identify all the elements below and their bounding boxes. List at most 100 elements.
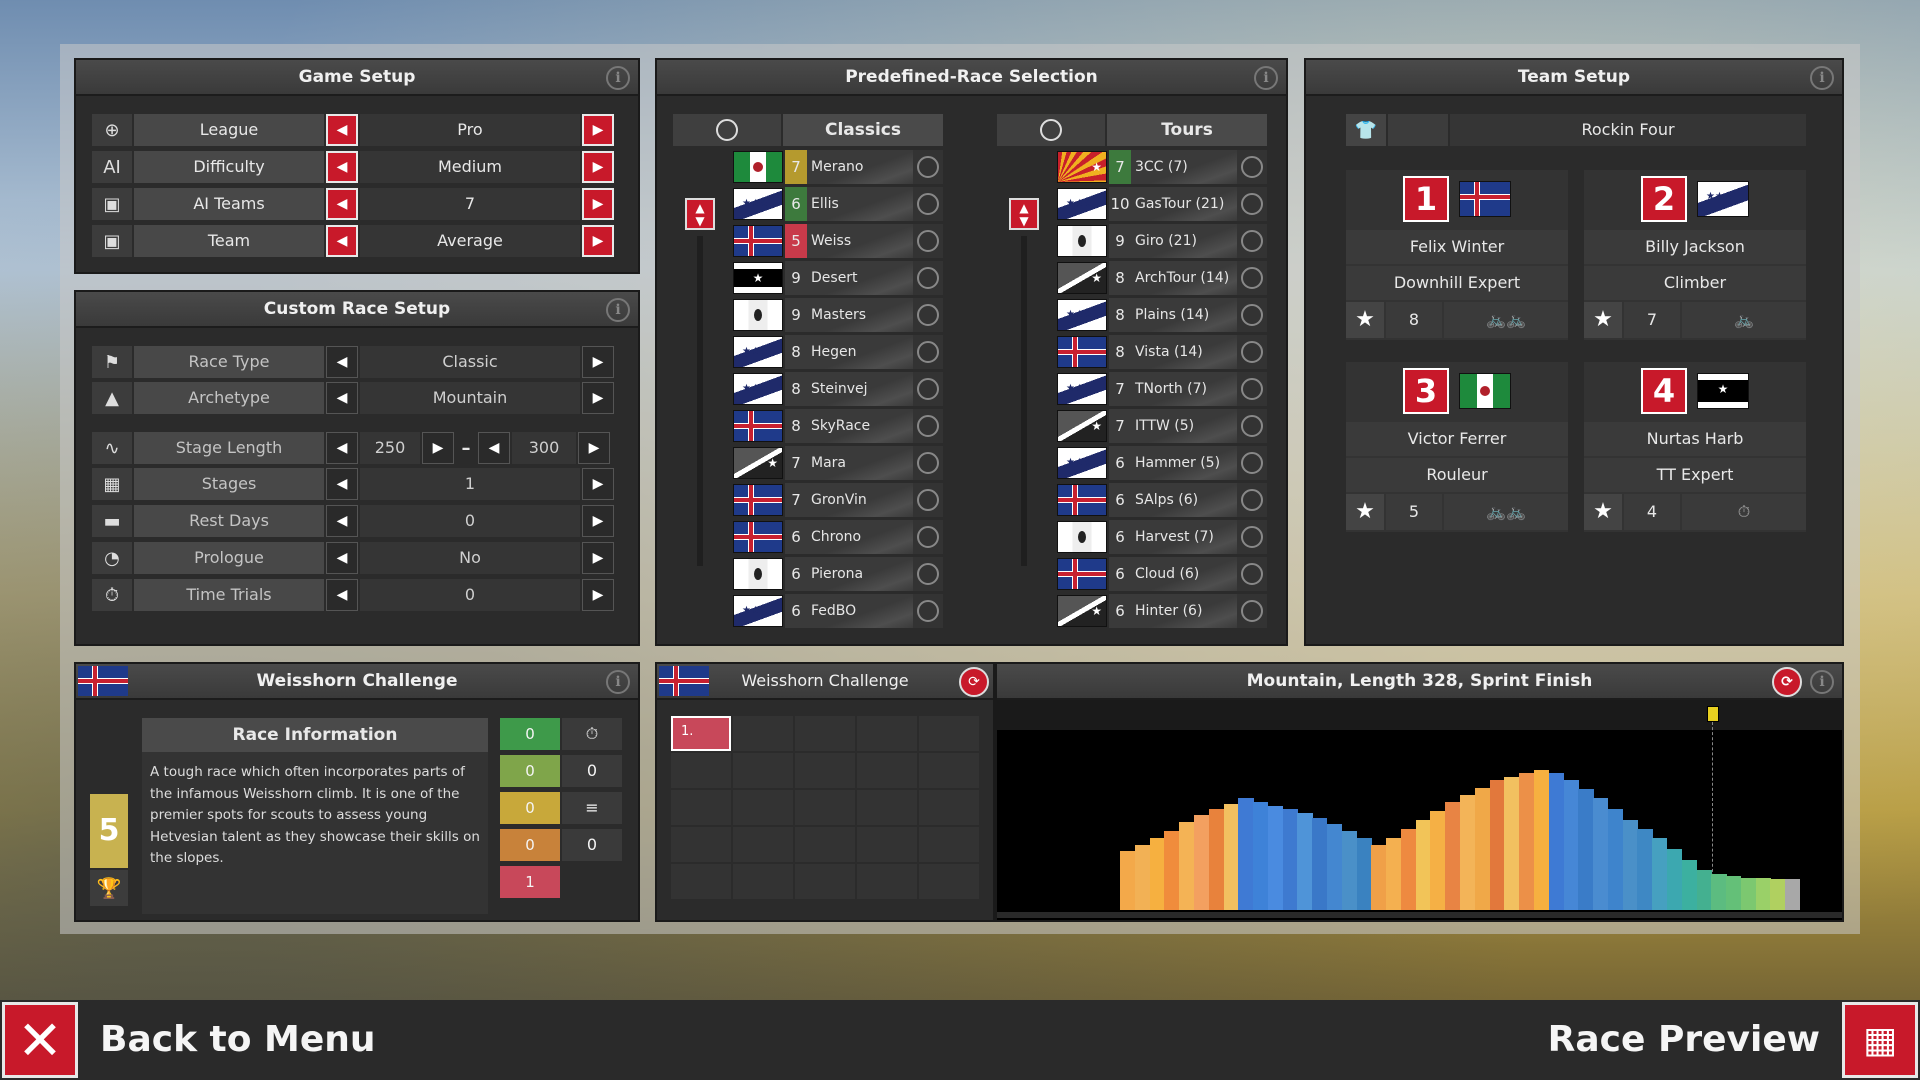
race-list-item[interactable]: 6 Harvest (7) bbox=[1057, 520, 1267, 554]
prologue-next-button[interactable]: ▶ bbox=[582, 542, 614, 574]
back-button[interactable]: ✕ bbox=[2, 1002, 78, 1078]
stage-cell-empty[interactable] bbox=[795, 864, 855, 899]
race-list-item[interactable]: 7 Merano bbox=[733, 150, 943, 184]
race-list-item[interactable]: 6 SAlps (6) bbox=[1057, 483, 1267, 517]
race-list-item[interactable]: ★ 7 3CC (7) bbox=[1057, 150, 1267, 184]
race-list-item[interactable]: ★★★ 6 FedBO bbox=[733, 594, 943, 628]
race-list-item[interactable]: ★★★ 10 GasTour (21) bbox=[1057, 187, 1267, 221]
classics-sort-button[interactable]: ▲ ▼ bbox=[685, 198, 715, 230]
refresh-icon[interactable]: ⟳ bbox=[1772, 667, 1802, 697]
stage-cell-empty[interactable] bbox=[733, 753, 793, 788]
next-button[interactable]: ▶ bbox=[582, 114, 614, 146]
classics-title[interactable]: Classics bbox=[783, 114, 943, 146]
time-trials-prev-button[interactable]: ◀ bbox=[326, 579, 358, 611]
prev-button[interactable]: ◀ bbox=[326, 225, 358, 257]
stage-length-max-next-button[interactable]: ▶ bbox=[578, 432, 610, 464]
prev-button[interactable]: ◀ bbox=[326, 151, 358, 183]
stage-cell-empty[interactable] bbox=[671, 827, 731, 862]
stage-cell-empty[interactable] bbox=[919, 827, 979, 862]
race-list-item[interactable]: ★★★ 8 Plains (14) bbox=[1057, 298, 1267, 332]
tours-sort-button[interactable]: ▲ ▼ bbox=[1009, 198, 1039, 230]
stage-length-min-next-button[interactable]: ▶ bbox=[422, 432, 454, 464]
race-preview-label[interactable]: Race Preview bbox=[1548, 1010, 1820, 1070]
stage-cell-empty[interactable] bbox=[919, 753, 979, 788]
team-color-swatch[interactable] bbox=[1388, 114, 1448, 146]
prev-button[interactable]: ◀ bbox=[326, 188, 358, 220]
tours-scrollbar[interactable] bbox=[1021, 236, 1027, 566]
rider-card[interactable]: 1 Felix Winter Downhill Expert ★ 8 🚲🚲 bbox=[1346, 170, 1568, 340]
race-list-item[interactable]: 8 Vista (14) bbox=[1057, 335, 1267, 369]
stage-cell-empty[interactable] bbox=[857, 790, 917, 825]
stage-cell-empty[interactable] bbox=[795, 716, 855, 751]
stage-cell-empty[interactable] bbox=[795, 827, 855, 862]
info-icon[interactable]: i bbox=[606, 66, 630, 90]
next-button[interactable]: ▶ bbox=[582, 151, 614, 183]
stage-cell-empty[interactable] bbox=[671, 864, 731, 899]
globe-icon[interactable] bbox=[997, 114, 1105, 146]
info-icon[interactable]: i bbox=[1810, 66, 1834, 90]
stage-cell-empty[interactable] bbox=[857, 753, 917, 788]
stage-cell-empty[interactable] bbox=[733, 864, 793, 899]
stage-cell-empty[interactable] bbox=[857, 716, 917, 751]
stage-length-max-prev-button[interactable]: ◀ bbox=[478, 432, 510, 464]
race-list-item[interactable]: ★ 7 ITTW (5) bbox=[1057, 409, 1267, 443]
stage-cell-empty[interactable] bbox=[857, 827, 917, 862]
race-list-item[interactable]: 7 GronVin bbox=[733, 483, 943, 517]
prologue-prev-button[interactable]: ◀ bbox=[326, 542, 358, 574]
next-button[interactable]: ▶ bbox=[582, 188, 614, 220]
stage-cell-empty[interactable] bbox=[671, 790, 731, 825]
info-icon[interactable]: i bbox=[1810, 670, 1834, 694]
race-list-item[interactable]: 6 Pierona bbox=[733, 557, 943, 591]
stage-cell-empty[interactable] bbox=[919, 864, 979, 899]
tours-title[interactable]: Tours bbox=[1107, 114, 1267, 146]
race-type-prev-button[interactable]: ◀ bbox=[326, 346, 358, 378]
stages-next-button[interactable]: ▶ bbox=[582, 468, 614, 500]
race-list-item[interactable]: ★★★ 7 TNorth (7) bbox=[1057, 372, 1267, 406]
race-list-item[interactable]: 5 Weiss bbox=[733, 224, 943, 258]
race-list-item[interactable]: ★ 7 Mara bbox=[733, 446, 943, 480]
info-icon[interactable]: i bbox=[1254, 66, 1278, 90]
race-list-item[interactable]: 9 Masters bbox=[733, 298, 943, 332]
time-trials-next-button[interactable]: ▶ bbox=[582, 579, 614, 611]
next-button[interactable]: ▶ bbox=[582, 225, 614, 257]
classics-scrollbar[interactable] bbox=[697, 236, 703, 566]
rider-card[interactable]: 2 ★★★ Billy Jackson Climber ★ 7 🚲 bbox=[1584, 170, 1806, 340]
stage-cell-empty[interactable] bbox=[795, 753, 855, 788]
race-list-item[interactable]: 6 Chrono bbox=[733, 520, 943, 554]
stage-length-min-prev-button[interactable]: ◀ bbox=[326, 432, 358, 464]
stage-cell-empty[interactable] bbox=[733, 790, 793, 825]
race-type-next-button[interactable]: ▶ bbox=[582, 346, 614, 378]
back-to-menu-label[interactable]: Back to Menu bbox=[100, 1010, 376, 1070]
stages-prev-button[interactable]: ◀ bbox=[326, 468, 358, 500]
race-preview-button[interactable]: ▦ bbox=[1842, 1002, 1918, 1078]
stage-cell-empty[interactable] bbox=[795, 790, 855, 825]
info-icon[interactable]: i bbox=[606, 670, 630, 694]
rest-days-next-button[interactable]: ▶ bbox=[582, 505, 614, 537]
info-icon[interactable]: i bbox=[606, 298, 630, 322]
refresh-icon[interactable]: ⟳ bbox=[959, 667, 989, 697]
race-list-item[interactable]: ★★★ 8 Hegen bbox=[733, 335, 943, 369]
race-list-item[interactable]: 6 Cloud (6) bbox=[1057, 557, 1267, 591]
team-name-field[interactable]: Rockin Four bbox=[1450, 114, 1806, 146]
stage-cell-empty[interactable] bbox=[857, 864, 917, 899]
rider-card[interactable]: 4 ★ Nurtas Harb TT Expert ★ 4 ⏱ bbox=[1584, 362, 1806, 532]
race-list-item[interactable]: ★★★ 6 Ellis bbox=[733, 187, 943, 221]
rider-card[interactable]: 3 Victor Ferrer Rouleur ★ 5 🚲🚲 bbox=[1346, 362, 1568, 532]
archetype-prev-button[interactable]: ◀ bbox=[326, 382, 358, 414]
jersey-icon[interactable]: 👕 bbox=[1346, 114, 1386, 146]
prev-button[interactable]: ◀ bbox=[326, 114, 358, 146]
stage-cell-empty[interactable] bbox=[671, 753, 731, 788]
stage-cell-empty[interactable] bbox=[733, 827, 793, 862]
race-list-item[interactable]: ★ 6 Hinter (6) bbox=[1057, 594, 1267, 628]
stage-cell-empty[interactable] bbox=[919, 716, 979, 751]
globe-icon[interactable] bbox=[673, 114, 781, 146]
race-list-item[interactable]: 8 SkyRace bbox=[733, 409, 943, 443]
race-list-item[interactable]: ★★★ 8 Steinvej bbox=[733, 372, 943, 406]
race-list-item[interactable]: ★ 8 ArchTour (14) bbox=[1057, 261, 1267, 295]
stage-cell-empty[interactable] bbox=[733, 716, 793, 751]
race-list-item[interactable]: 9 Giro (21) bbox=[1057, 224, 1267, 258]
stage-cell-selected[interactable]: 1. bbox=[671, 716, 731, 751]
archetype-next-button[interactable]: ▶ bbox=[582, 382, 614, 414]
race-list-item[interactable]: ★ 9 Desert bbox=[733, 261, 943, 295]
rest-days-prev-button[interactable]: ◀ bbox=[326, 505, 358, 537]
